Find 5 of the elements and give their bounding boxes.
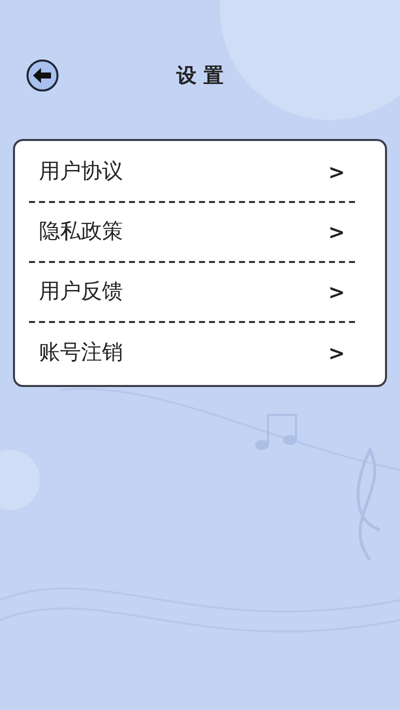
menu-item[interactable]: 账号注销 > <box>29 323 355 383</box>
menu-item[interactable]: 隐私政策 > <box>29 203 355 263</box>
menu-item[interactable]: 用户协议 > <box>29 143 355 203</box>
menu-item[interactable]: 用户反馈 > <box>29 263 355 323</box>
page-title: 设 置 <box>176 62 224 89</box>
